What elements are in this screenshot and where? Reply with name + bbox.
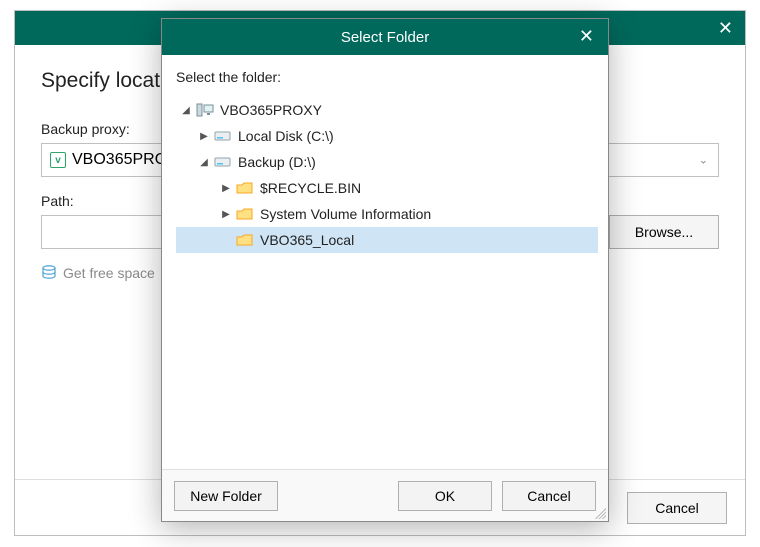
- dialog-titlebar: Select Folder ✕: [162, 19, 608, 55]
- close-icon[interactable]: ✕: [579, 26, 594, 47]
- tree-node-backup-d[interactable]: ◢ Backup (D:\): [176, 149, 598, 175]
- folder-tree: ◢ VBO365PROXY ▶ Local Disk (C:\) ◢: [176, 97, 598, 253]
- folder-icon: [236, 232, 254, 248]
- computer-icon: [196, 102, 214, 118]
- expander-icon[interactable]: ▶: [220, 209, 232, 220]
- proxy-value: VBO365PRO: [72, 151, 167, 169]
- expander-icon[interactable]: ◢: [180, 105, 192, 116]
- dialog-body: Select the folder: ◢ VBO365PROXY ▶ Local…: [162, 55, 608, 469]
- dialog-footer: New Folder OK Cancel: [162, 469, 608, 521]
- proxy-icon: v: [50, 152, 66, 168]
- dialog-title: Select Folder: [341, 29, 429, 46]
- chevron-down-icon: ⌄: [699, 154, 708, 167]
- browse-button[interactable]: Browse...: [609, 215, 719, 249]
- tree-node-computer[interactable]: ◢ VBO365PROXY: [176, 97, 598, 123]
- tree-node-label: System Volume Information: [260, 206, 431, 222]
- new-folder-button[interactable]: New Folder: [174, 481, 278, 511]
- tree-node-label: $RECYCLE.BIN: [260, 180, 361, 196]
- drive-icon: [214, 128, 232, 144]
- folder-icon: [236, 180, 254, 196]
- ok-button[interactable]: OK: [398, 481, 492, 511]
- expander-icon[interactable]: ▶: [220, 183, 232, 194]
- tree-node-label: VBO365_Local: [260, 232, 354, 248]
- tree-node-local-disk-c[interactable]: ▶ Local Disk (C:\): [176, 123, 598, 149]
- tree-node-label: VBO365PROXY: [220, 102, 322, 118]
- select-folder-dialog: Select Folder ✕ Select the folder: ◢ VBO…: [161, 18, 609, 522]
- wizard-cancel-button[interactable]: Cancel: [627, 492, 727, 524]
- tree-node-label: Backup (D:\): [238, 154, 316, 170]
- dialog-instruction: Select the folder:: [176, 69, 598, 85]
- expander-icon[interactable]: ◢: [198, 157, 210, 168]
- database-icon: [41, 265, 57, 281]
- tree-node-system-volume-information[interactable]: ▶ System Volume Information: [176, 201, 598, 227]
- folder-icon: [236, 206, 254, 222]
- expander-icon[interactable]: ▶: [198, 131, 210, 142]
- cancel-button[interactable]: Cancel: [502, 481, 596, 511]
- close-icon[interactable]: ✕: [718, 18, 733, 39]
- free-space-text: Get free space: [63, 265, 155, 281]
- tree-node-recycle-bin[interactable]: ▶ $RECYCLE.BIN: [176, 175, 598, 201]
- tree-node-label: Local Disk (C:\): [238, 128, 334, 144]
- drive-icon: [214, 154, 232, 170]
- resize-grip-icon[interactable]: [592, 505, 606, 519]
- tree-node-vbo365-local[interactable]: VBO365_Local: [176, 227, 598, 253]
